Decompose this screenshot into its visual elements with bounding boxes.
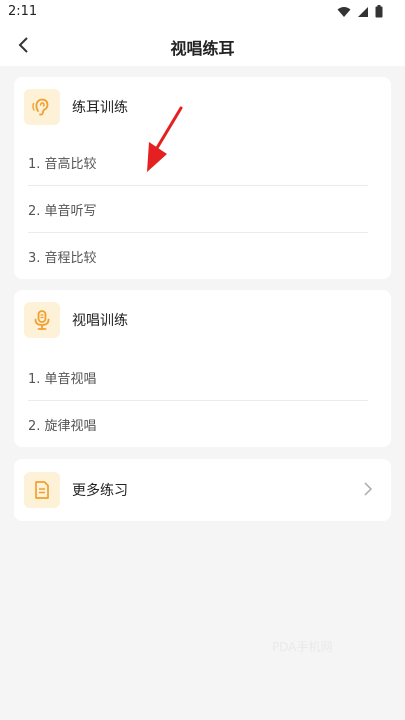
watermark: PDA手机网 <box>272 640 333 654</box>
document-icon <box>35 480 49 499</box>
sight-singing-card: 视唱训练 1. 单音视唱 2. 旋律视唱 <box>14 290 391 447</box>
ear-icon-box <box>24 88 60 125</box>
status-time: 2:11 <box>8 4 38 19</box>
status-bar: 2:11 <box>0 0 405 24</box>
ear-training-card: 练耳训练 1. 音高比较 2. 单音听写 3. 音程比较 <box>14 77 391 279</box>
ear-training-title: 练耳训练 <box>72 99 128 116</box>
more-practice-title: 更多练习 <box>72 482 128 499</box>
list-item-melody-sight-singing[interactable]: 2. 旋律视唱 <box>28 401 368 447</box>
chevron-right-icon <box>364 482 373 496</box>
page-title: 视唱练耳 <box>170 39 235 58</box>
sight-singing-header: 视唱训练 <box>24 301 128 338</box>
status-icons <box>337 5 383 18</box>
mic-icon-box <box>24 301 60 338</box>
ear-training-header: 练耳训练 <box>24 88 128 125</box>
wifi-icon <box>337 6 351 17</box>
list-item-interval-compare[interactable]: 3. 音程比较 <box>28 233 368 279</box>
sight-singing-title: 视唱训练 <box>72 312 128 329</box>
more-practice-card[interactable]: 更多练习 <box>14 459 391 521</box>
more-practice-header: 更多练习 <box>24 471 128 508</box>
microphone-icon <box>34 309 50 330</box>
annotation-arrow-icon <box>147 106 183 172</box>
battery-icon <box>375 5 383 18</box>
document-icon-box <box>24 471 60 508</box>
ear-icon <box>32 98 49 115</box>
signal-icon <box>358 6 368 17</box>
app-bar: 视唱练耳 <box>0 24 405 66</box>
list-item-single-note-dictation[interactable]: 2. 单音听写 <box>28 186 368 232</box>
list-item-pitch-compare[interactable]: 1. 音高比较 <box>28 139 368 185</box>
list-item-single-note-sight-singing[interactable]: 1. 单音视唱 <box>28 354 368 400</box>
